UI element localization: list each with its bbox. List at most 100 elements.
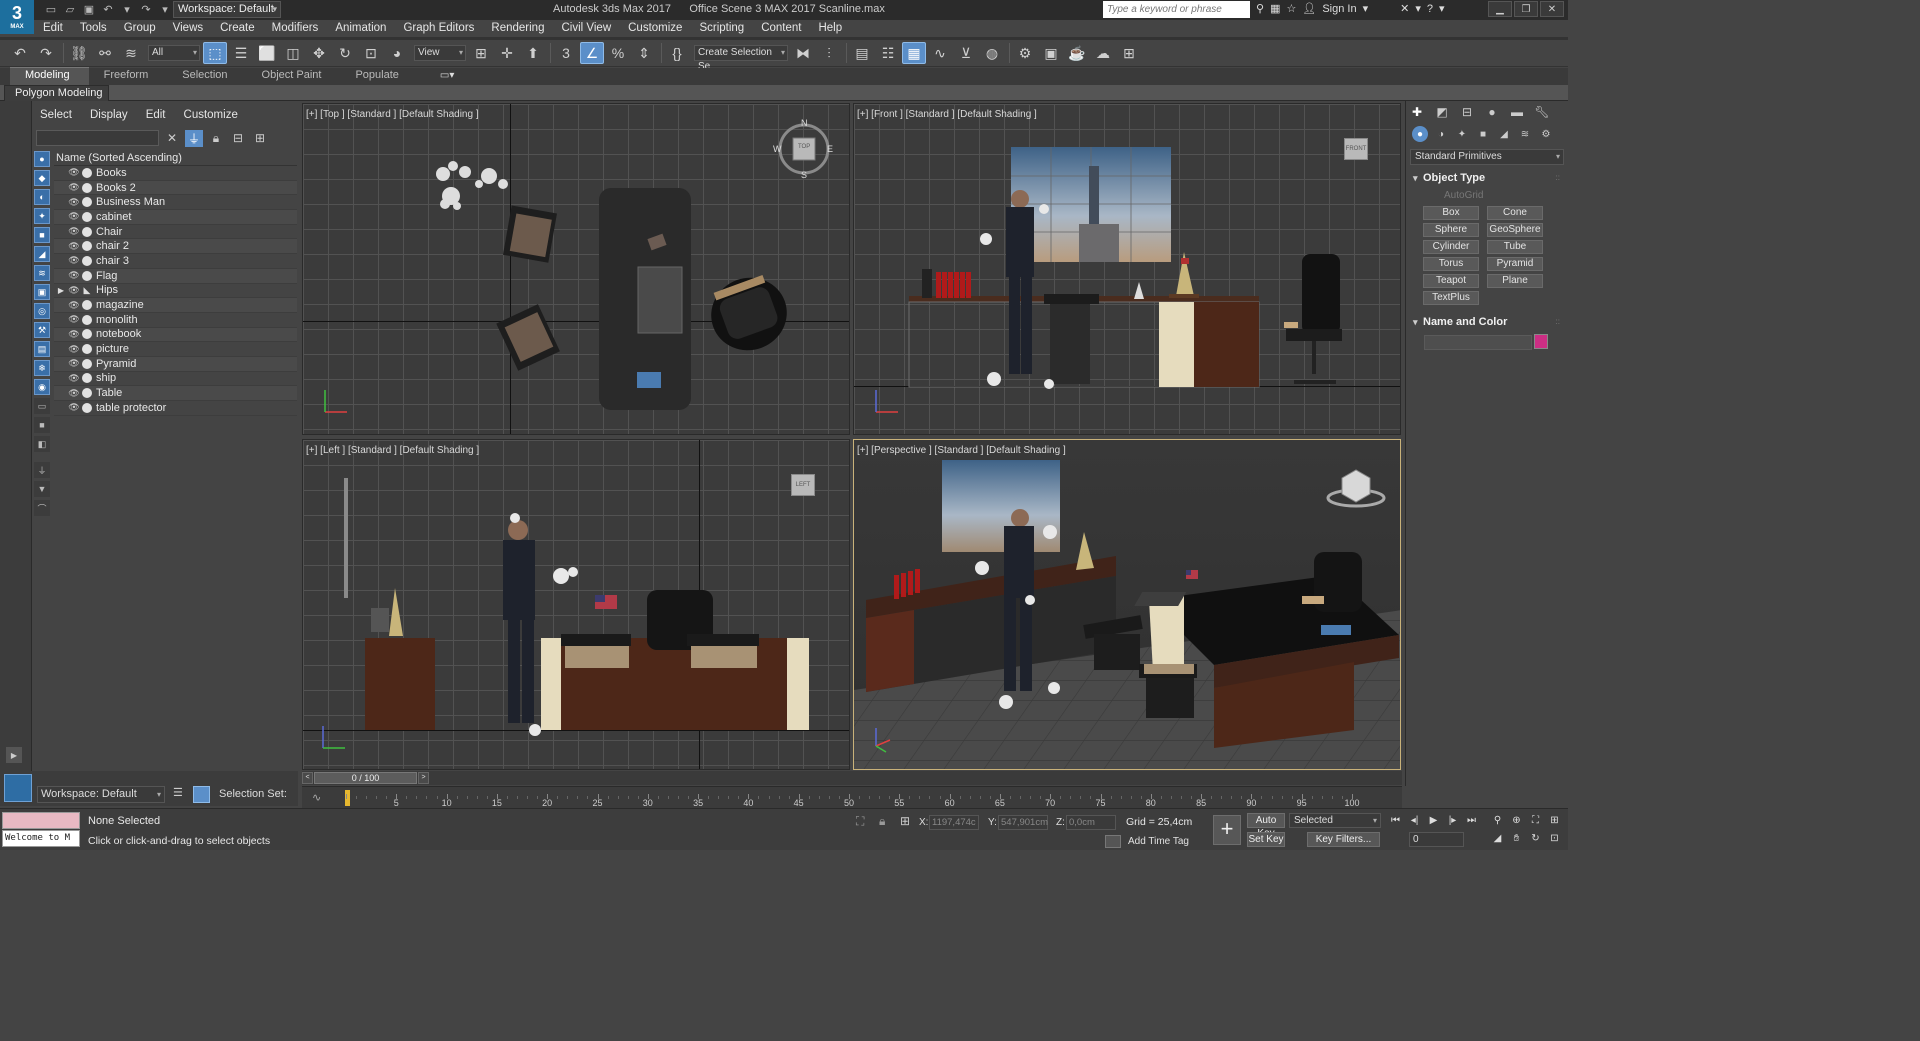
help-icon[interactable]: ? [1427,3,1433,15]
all-filter-icon[interactable]: ▭ [34,398,50,414]
name-color-rollout[interactable]: Name and Color [1408,315,1566,330]
schematic-view-icon[interactable]: ⊻ [954,42,978,64]
go-to-start-icon[interactable]: ⏮ [1388,813,1403,828]
object-type-rollout[interactable]: Object Type [1408,171,1566,186]
primitive-geosphere-button[interactable]: GeoSphere [1487,223,1543,237]
geometry-filter-icon[interactable]: ◆ [34,170,50,186]
align-icon[interactable]: ⫶ [817,42,841,64]
visibility-eye-icon[interactable]: 👁︎ [68,344,80,355]
exchange-dropdown-icon[interactable]: ▾ [1415,2,1421,15]
scene-explorer-icon[interactable] [193,786,210,803]
window-crossing-icon[interactable]: ◫ [281,42,305,64]
key-filters-button[interactable]: Key Filters... [1307,832,1380,847]
clear-search-icon[interactable]: ✕ [163,130,181,147]
binoculars-icon[interactable]: ⚲ [1256,2,1264,15]
left-viewport-label[interactable]: [+] [Left ] [Standard ] [Default Shading… [306,445,479,456]
ribbon-tab-populate[interactable]: Populate [340,68,417,85]
menu-tools[interactable]: Tools [71,20,115,37]
scene-object-row[interactable]: ▶ 👁︎ ◣ Hips [54,284,297,299]
render-cloud-icon[interactable]: ☁ [1091,42,1115,64]
search-input[interactable]: Type a keyword or phrase [1103,1,1250,18]
visibility-eye-icon[interactable]: 👁︎ [68,167,80,178]
menu-animation[interactable]: Animation [326,20,394,37]
undo-icon[interactable]: ↶ [8,42,32,64]
frozen-filter-icon[interactable]: ❄ [34,360,50,376]
exchange-icon[interactable]: ✕ [1400,2,1409,15]
scene-object-row[interactable]: 👁︎ notebook [54,327,297,343]
containers-filter-icon[interactable]: ▤ [34,341,50,357]
cameras-filter-icon[interactable]: ■ [34,227,50,243]
menu-content[interactable]: Content [752,20,809,37]
visibility-eye-icon[interactable]: 👁︎ [68,329,80,340]
groups-filter-icon[interactable]: ▣ [34,284,50,300]
primitive-cylinder-button[interactable]: Cylinder [1423,240,1479,254]
primitive-teapot-button[interactable]: Teapot [1423,274,1479,288]
visibility-eye-icon[interactable]: 👁︎ [68,182,80,193]
scene-object-row[interactable]: 👁︎ Business Man [54,195,297,211]
selection-filter-dropdown[interactable]: All [148,45,200,61]
primitive-pyramid-button[interactable]: Pyramid [1487,257,1543,271]
menu-modifiers[interactable]: Modifiers [263,20,327,37]
layer-explorer-icon[interactable]: ▤ [850,42,874,64]
front-viewport-label[interactable]: [+] [Front ] [Standard ] [Default Shadin… [857,109,1037,120]
redo-icon[interactable]: ↷ [34,42,58,64]
scene-explorer-find-input[interactable] [36,130,159,146]
add-time-tag[interactable]: Add Time Tag [1105,835,1189,848]
hierarchy-icon[interactable]: ⊟ [229,130,247,147]
funnel2-icon[interactable]: ▼ [34,481,50,497]
expand-layouts-icon[interactable]: ▶ [6,747,22,763]
open-mini-curve-editor-icon[interactable]: ∿ [312,791,321,804]
create-tab-icon[interactable]: ✚ [1410,105,1424,119]
curve-editor-icon[interactable]: ∿ [928,42,952,64]
shapes-category-icon[interactable]: ◑ [1433,126,1449,142]
workspace-select[interactable]: Workspace: Default [37,786,165,803]
select-rotate-icon[interactable]: ↻ [333,42,357,64]
maximize-button[interactable]: ❐ [1514,1,1538,17]
visibility-eye-icon[interactable]: 👁︎ [68,226,80,237]
rendered-frame-window-icon[interactable]: ▣ [1039,42,1063,64]
maxscript-mini-listener-output[interactable] [2,812,80,829]
hierarchy-tab-icon[interactable]: ⊟ [1460,105,1474,119]
current-frame-input[interactable]: 0 [1409,832,1464,847]
visibility-eye-icon[interactable]: 👁︎ [68,270,80,281]
undo-dropdown-icon[interactable]: ▾ [119,2,135,16]
primitive-type-dropdown[interactable]: Standard Primitives [1410,149,1564,165]
visibility-eye-icon[interactable]: 👁︎ [68,388,80,399]
selection-lock-icon[interactable]: 🔒︎ [879,814,885,829]
rectangular-selection-icon[interactable]: ⬜ [255,42,279,64]
orbit-icon[interactable]: ↻ [1528,831,1543,846]
redo-icon[interactable]: ↷ [138,2,154,16]
front-viewport[interactable]: [+] [Front ] [Standard ] [Default Shadin… [853,103,1401,435]
close-button[interactable]: ✕ [1540,1,1564,17]
maximize-viewport-icon[interactable]: ⊡ [1547,831,1562,846]
zoom-extents-icon[interactable]: ⛶ [1528,813,1543,828]
visibility-eye-icon[interactable]: 👁︎ [68,211,80,222]
help-dropdown-icon[interactable]: ▾ [1439,2,1445,15]
render-production-icon[interactable]: ☕ [1065,42,1089,64]
autogrid-checkbox[interactable]: AutoGrid [1444,190,1568,204]
reference-coordinate-dropdown[interactable]: View [414,45,466,61]
top-viewport-label[interactable]: [+] [Top ] [Standard ] [Default Shading … [306,109,479,120]
sign-in-dropdown-icon[interactable]: ▾ [1363,2,1369,15]
sign-in-link[interactable]: Sign In [1322,3,1356,15]
menu-create[interactable]: Create [211,20,263,37]
visibility-eye-icon[interactable]: 👁︎ [68,285,80,296]
modify-tab-icon[interactable]: ◩ [1435,105,1449,119]
place-icon[interactable]: ◕ [385,42,409,64]
new-file-icon[interactable]: ▭ [43,2,59,16]
menu-views[interactable]: Views [164,20,211,37]
layers-icon[interactable]: ☰ [173,786,189,803]
scene-explorer-menu-display[interactable]: Display [90,109,128,121]
primitive-sphere-button[interactable]: Sphere [1423,223,1479,237]
visibility-eye-icon[interactable]: 👁︎ [68,314,80,325]
visibility-eye-icon[interactable]: 👁︎ [68,300,80,311]
invert-filter-icon[interactable]: ◧ [34,436,50,452]
visibility-eye-icon[interactable]: 👁︎ [68,358,80,369]
z-coord-field[interactable]: 0,0cm [1066,815,1116,830]
bind-space-warp-icon[interactable]: ≋ [119,42,143,64]
primitive-tube-button[interactable]: Tube [1487,240,1543,254]
systems-category-icon[interactable]: ⚙ [1538,126,1554,142]
previous-frame-icon[interactable]: ◂| [1407,813,1422,828]
spacewarps-category-icon[interactable]: ≋ [1517,126,1533,142]
scene-object-row[interactable]: 👁︎ Pyramid [54,356,297,372]
